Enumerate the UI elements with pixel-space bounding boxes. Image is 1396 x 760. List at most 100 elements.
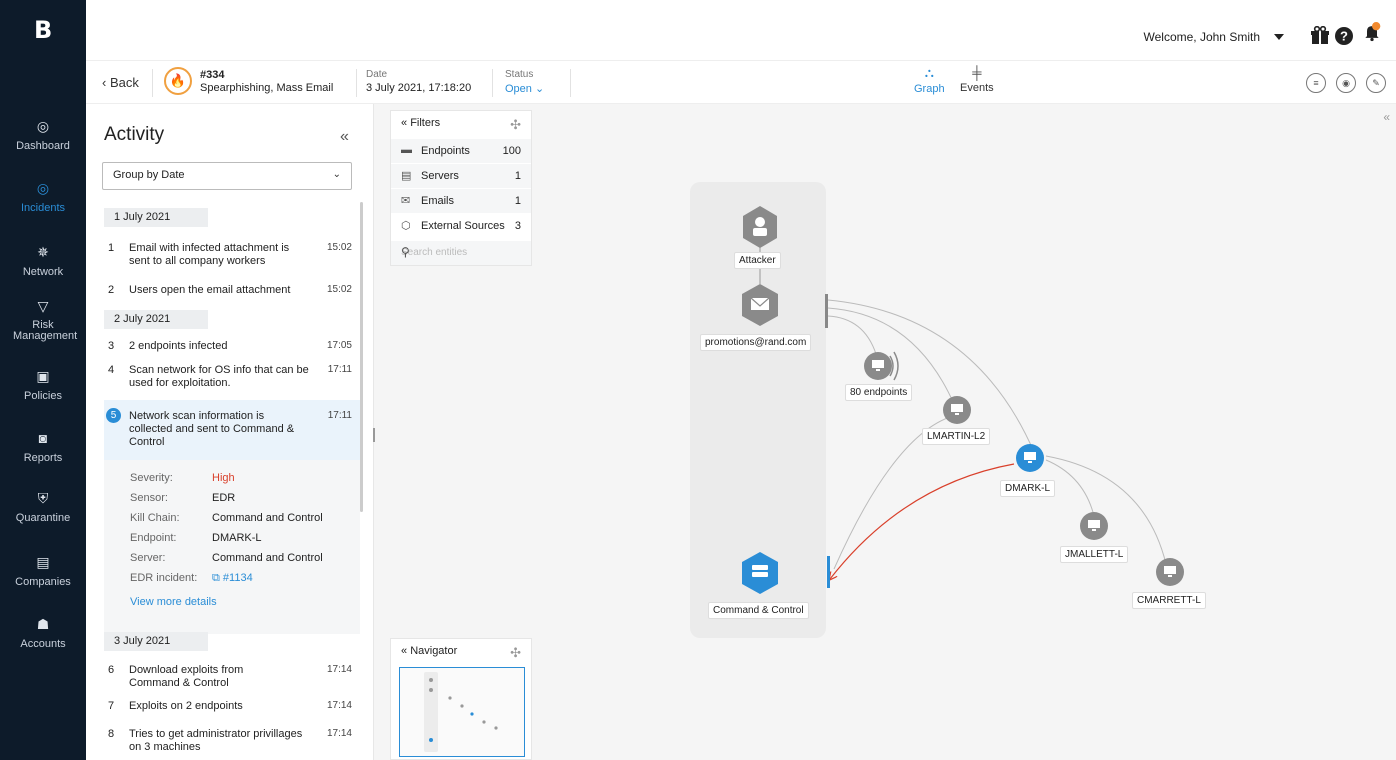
endpoint-node-dmark[interactable] <box>1016 444 1044 472</box>
risk-icon: ▽ <box>37 298 49 314</box>
detail-value: High <box>212 472 235 484</box>
mail-icon: ✉ <box>401 195 411 207</box>
item-number: 2 <box>108 284 115 296</box>
filter-row-endpoints[interactable]: ▬ Endpoints 100 <box>391 139 531 163</box>
filter-row-servers[interactable]: ▤ Servers 1 <box>391 164 531 188</box>
shield-icon: ⛨ <box>37 490 49 506</box>
graph-icon: ⛬ <box>924 65 934 80</box>
status-dropdown[interactable]: Open ⌄ <box>505 82 544 95</box>
bell-icon[interactable] <box>1362 22 1382 42</box>
edit-icon[interactable]: ✎ <box>1366 73 1386 93</box>
nav-item-dashboard[interactable]: ◎ Dashboard <box>0 118 86 152</box>
filter-label: Endpoints <box>421 145 470 157</box>
node-label: JMALLETT-L <box>1060 546 1129 563</box>
welcome-user[interactable]: Welcome, John Smith <box>1144 30 1261 44</box>
nav-item-companies[interactable]: ▤ Companies <box>0 554 86 588</box>
users-icon: ☗ <box>36 616 50 632</box>
filters-title: Filters <box>410 117 441 129</box>
activity-item[interactable]: 6 Download exploits from Command & Contr… <box>104 664 360 692</box>
back-button[interactable]: ‹ Back <box>102 75 139 90</box>
eye-icon[interactable]: ◉ <box>1336 73 1356 93</box>
filter-count: 1 <box>514 195 521 207</box>
gift-icon[interactable] <box>1310 26 1330 46</box>
nav-label: Reports <box>23 452 63 464</box>
nav-label: Policies <box>24 390 62 402</box>
filter-count: 1 <box>514 170 521 182</box>
activity-item-selected[interactable]: 5 Network scan information is collected … <box>104 400 360 460</box>
entity-search-input[interactable]: Search entities ⚲ <box>391 241 531 265</box>
help-icon[interactable]: ? <box>1334 26 1354 46</box>
navigator-panel: « Navigator ✣ <box>390 638 532 760</box>
item-time: 17:11 <box>327 410 352 421</box>
filter-row-emails[interactable]: ✉ Emails 1 <box>391 189 531 213</box>
filters-header[interactable]: « Filters <box>401 117 440 129</box>
activity-item[interactable]: 8 Tries to get administrator privillages… <box>104 728 360 756</box>
endpoints-group-node[interactable] <box>864 351 899 381</box>
tab-events[interactable]: ╪ Events <box>960 65 994 94</box>
item-text: Network scan information is collected an… <box>129 410 295 448</box>
list-view-icon[interactable]: ≡ <box>1306 73 1326 93</box>
move-icon[interactable]: ✣ <box>510 117 521 133</box>
brand-logo[interactable]: B <box>0 0 86 60</box>
node-label: 80 endpoints <box>845 384 913 401</box>
activity-item[interactable]: 4 Scan network for OS info that can be u… <box>104 364 360 394</box>
user-menu-caret-icon[interactable] <box>1274 34 1284 40</box>
navigator-minimap[interactable] <box>399 667 525 757</box>
timeline-icon: ╪ <box>972 65 982 80</box>
nav-item-accounts[interactable]: ☗ Accounts <box>0 616 86 650</box>
detail-key: Server: <box>130 552 166 564</box>
day-header: 2 July 2021 <box>104 310 208 329</box>
tab-label: Events <box>960 82 994 94</box>
node-label: CMARRETT-L <box>1132 592 1206 609</box>
nav-item-risk-management[interactable]: ▽ Risk Management <box>0 298 86 342</box>
activity-scrollbar[interactable] <box>360 202 363 512</box>
collapse-left-icon[interactable]: « <box>340 128 349 146</box>
group-by-select[interactable]: Group by Date ⌄ <box>102 162 352 190</box>
nav-item-reports[interactable]: ◙ Reports <box>0 430 86 464</box>
nav-item-network[interactable]: ✵ Network <box>0 244 86 278</box>
edr-incident-link[interactable]: ⧉ #1134 <box>212 572 253 585</box>
node-label: DMARK-L <box>1000 480 1056 497</box>
nav-item-incidents[interactable]: ◎ Incidents <box>0 180 86 214</box>
activity-item[interactable]: 2 Users open the email attachment 15:02 <box>104 284 360 298</box>
nav-item-policies[interactable]: ▣ Policies <box>0 368 86 402</box>
item-time: 17:11 <box>327 364 352 375</box>
item-time: 17:14 <box>326 664 352 675</box>
detail-value: #1134 <box>222 572 253 584</box>
endpoint-node-cmarrett[interactable] <box>1156 558 1184 586</box>
nav-label: Incidents <box>20 202 66 214</box>
back-label: Back <box>109 75 139 90</box>
tab-graph[interactable]: ⛬ Graph <box>914 65 945 95</box>
navigator-title: Navigator <box>410 645 458 657</box>
activity-item[interactable]: 7 Exploits on 2 endpoints 17:14 <box>104 700 360 714</box>
filter-label: Emails <box>421 195 455 207</box>
activity-item[interactable]: 1 Email with infected attachment is sent… <box>104 242 360 272</box>
endpoint-node-jmallett[interactable] <box>1080 512 1108 540</box>
item-time: 15:02 <box>326 284 352 295</box>
filter-label: External Sources <box>421 220 505 232</box>
item-number: 7 <box>108 700 115 712</box>
nav-label: Dashboard <box>16 140 70 152</box>
endpoint-node-lmartin[interactable] <box>943 396 971 424</box>
status-value: Open <box>505 83 532 95</box>
navigator-header[interactable]: « Navigator <box>401 645 457 657</box>
view-more-details-link[interactable]: View more details <box>130 596 217 608</box>
move-icon[interactable]: ✣ <box>510 645 521 661</box>
briefcase-icon: ▤ <box>36 554 50 570</box>
activity-item[interactable]: 3 2 endpoints infected 17:05 <box>104 340 360 354</box>
group-by-value: Group by Date <box>113 169 185 181</box>
item-text: Scan network for OS info that can be use… <box>129 364 309 389</box>
incident-name: Spearphishing, Mass Email <box>200 82 334 94</box>
item-text: Exploits on 2 endpoints <box>129 700 243 712</box>
hexagon-icon: ⬡ <box>401 220 411 232</box>
top-header: Welcome, John Smith ? <box>86 0 1396 60</box>
search-icon[interactable]: ⚲ <box>401 245 521 259</box>
nav-item-quarantine[interactable]: ⛨ Quarantine <box>0 490 86 524</box>
filter-row-external-sources[interactable]: ⬡ External Sources 3 <box>391 214 531 238</box>
svg-text:?: ? <box>1340 29 1348 44</box>
divider <box>356 69 357 97</box>
network-icon: ✵ <box>37 244 49 260</box>
incident-toolbar: ‹ Back 🔥 #334 Spearphishing, Mass Email … <box>86 60 1396 104</box>
nav-label: Companies <box>15 576 71 588</box>
detail-key: Endpoint: <box>130 532 177 544</box>
